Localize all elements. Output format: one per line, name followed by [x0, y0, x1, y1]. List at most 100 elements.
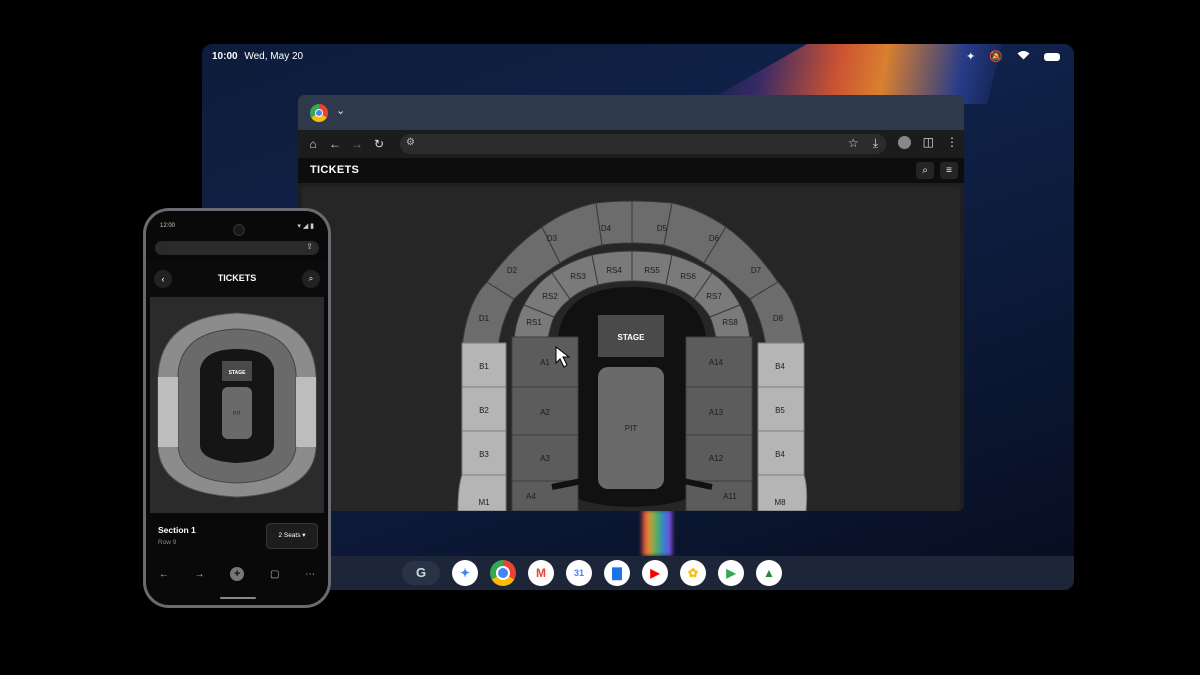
- tablet-screen: 10:00 Wed, May 20 ✦ 🔕 ⌄ ⌂ ← → ↻ ⚙ ☆ ⤓ ◫ …: [202, 44, 1074, 590]
- label-B3: B3: [479, 450, 489, 459]
- play-store-icon[interactable]: ▶: [718, 560, 744, 586]
- menu-icon[interactable]: ⋮: [946, 135, 958, 149]
- photos-icon[interactable]: ✿: [680, 560, 706, 586]
- label-D2: D2: [507, 266, 518, 275]
- label-B1: B1: [479, 362, 489, 371]
- label-D1: D1: [479, 314, 490, 323]
- label-A3: A3: [540, 454, 550, 463]
- gemini-icon[interactable]: ✦: [452, 560, 478, 586]
- battery-icon: [1044, 52, 1060, 61]
- download-icon[interactable]: ⤓: [873, 136, 878, 151]
- camera-hole: [233, 224, 245, 236]
- address-bar[interactable]: ⚙ ☆ ⤓: [400, 134, 886, 154]
- more-icon[interactable]: ⋯: [305, 569, 315, 580]
- label-RS7: RS7: [706, 292, 722, 301]
- chevron-down-icon[interactable]: ⌄: [336, 104, 345, 117]
- files-icon[interactable]: ▇: [604, 560, 630, 586]
- phone-title: TICKETS: [217, 273, 257, 283]
- status-date: Wed, May 20: [244, 51, 304, 62]
- reload-icon[interactable]: ↻: [368, 137, 390, 151]
- search-icon[interactable]: ⌕: [302, 270, 320, 288]
- chrome-icon[interactable]: [490, 560, 516, 586]
- wallpaper-rainbow: [642, 510, 672, 556]
- label-RS6: RS6: [680, 272, 696, 281]
- pit-label: PIT: [625, 424, 638, 433]
- status-bar-clock[interactable]: 10:00 Wed, May 20: [212, 51, 303, 62]
- label-D3: D3: [547, 234, 558, 243]
- bell-off-icon: 🔕: [989, 51, 1003, 63]
- browser-toolbar: ⌂ ← → ↻ ⚙ ☆ ⤓ ◫ ⋮: [298, 130, 964, 158]
- phone-stage-label: STAGE: [229, 370, 247, 376]
- label-RS1: RS1: [526, 318, 542, 327]
- back-icon[interactable]: ←: [159, 569, 169, 580]
- site-title: TICKETS: [310, 164, 360, 176]
- phone-site-header: ‹ TICKETS ⌕: [146, 261, 328, 297]
- label-RS2: RS2: [542, 292, 558, 301]
- calendar-icon[interactable]: 31: [566, 560, 592, 586]
- share-icon[interactable]: ⇪: [306, 242, 313, 251]
- label-A1: A1: [540, 358, 550, 367]
- phone-address-bar[interactable]: ⇪: [155, 241, 319, 255]
- youtube-icon[interactable]: ▶: [642, 560, 668, 586]
- label-A14: A14: [709, 358, 724, 367]
- label-B4-bottom: B4: [775, 450, 785, 459]
- section-D4[interactable]: [595, 200, 633, 246]
- status-time: 10:00: [212, 51, 238, 62]
- back-icon[interactable]: ←: [324, 137, 346, 151]
- search-icon[interactable]: ⌕: [916, 162, 934, 179]
- label-D8: D8: [773, 314, 784, 323]
- label-D5: D5: [657, 224, 668, 233]
- site-settings-icon[interactable]: ⚙: [406, 137, 415, 148]
- label-D6: D6: [709, 234, 720, 243]
- hamburger-menu-icon[interactable]: ≡: [940, 162, 958, 179]
- seats-dropdown[interactable]: 2 Seats ▾: [266, 523, 318, 549]
- phone-right-blocks[interactable]: [296, 377, 316, 447]
- browser-window: ⌄ ⌂ ← → ↻ ⚙ ☆ ⤓ ◫ ⋮ TICKETS ⌕ ≡ D1 D2 D3…: [298, 95, 964, 511]
- launcher-button[interactable]: G: [402, 561, 440, 585]
- forward-icon[interactable]: →: [346, 137, 368, 151]
- label-M8: M8: [774, 498, 786, 507]
- new-tab-icon[interactable]: +: [230, 567, 245, 581]
- phone-status-time: 12:00: [160, 223, 176, 229]
- reader-icon[interactable]: ◫: [923, 135, 934, 149]
- stage-label: STAGE: [618, 333, 646, 342]
- label-A12: A12: [709, 454, 724, 463]
- drive-icon[interactable]: ▲: [756, 560, 782, 586]
- profile-icon[interactable]: [897, 135, 911, 149]
- phone-left-blocks[interactable]: [158, 377, 178, 447]
- label-B2: B2: [479, 406, 489, 415]
- phone-pit-label: PIT: [233, 411, 241, 417]
- label-RS3: RS3: [570, 272, 586, 281]
- chrome-icon[interactable]: [310, 104, 328, 122]
- label-B4-top: B4: [775, 362, 785, 371]
- forward-icon[interactable]: →: [195, 569, 205, 580]
- label-A2: A2: [540, 408, 550, 417]
- site-header: TICKETS ⌕ ≡: [298, 158, 964, 183]
- label-B5: B5: [775, 406, 785, 415]
- status-icons[interactable]: ✦ 🔕: [966, 50, 1060, 63]
- seat-map: D1 D2 D3 D4 D5 D6 D7 D8 RS1 RS2 RS3 RS4 …: [302, 187, 960, 511]
- label-D4: D4: [601, 224, 612, 233]
- label-RS5: RS5: [644, 266, 660, 275]
- gmail-icon[interactable]: M: [528, 560, 554, 586]
- label-RS4: RS4: [606, 266, 622, 275]
- dock: G ✦ M 31 ▇ ▶ ✿ ▶ ▲: [202, 556, 1074, 590]
- star-icon[interactable]: ☆: [848, 136, 859, 151]
- label-A11: A11: [723, 492, 737, 501]
- tabs-icon[interactable]: ▢: [270, 569, 279, 580]
- phone-seat-map: STAGE PIT: [150, 297, 324, 513]
- phone-status-icons: ▾ ◢ ▮: [297, 223, 314, 230]
- phone-browser-nav: ← → + ▢ ⋯: [146, 567, 328, 581]
- wifi-icon: [1017, 50, 1030, 63]
- seats-label: 2 Seats: [278, 532, 301, 539]
- label-RS8: RS8: [722, 318, 738, 327]
- label-A4: A4: [526, 492, 536, 501]
- label-A13: A13: [709, 408, 724, 417]
- browser-titlebar: ⌄: [298, 95, 964, 130]
- label-D7: D7: [751, 266, 762, 275]
- section-title: Section 1: [158, 525, 196, 535]
- phone: 12:00 ▾ ◢ ▮ ⇪ ‹ TICKETS ⌕ STAGE PIT Sect…: [143, 208, 331, 608]
- home-indicator[interactable]: [220, 597, 256, 599]
- home-icon[interactable]: ⌂: [302, 137, 324, 151]
- sparkle-icon: ✦: [966, 51, 976, 63]
